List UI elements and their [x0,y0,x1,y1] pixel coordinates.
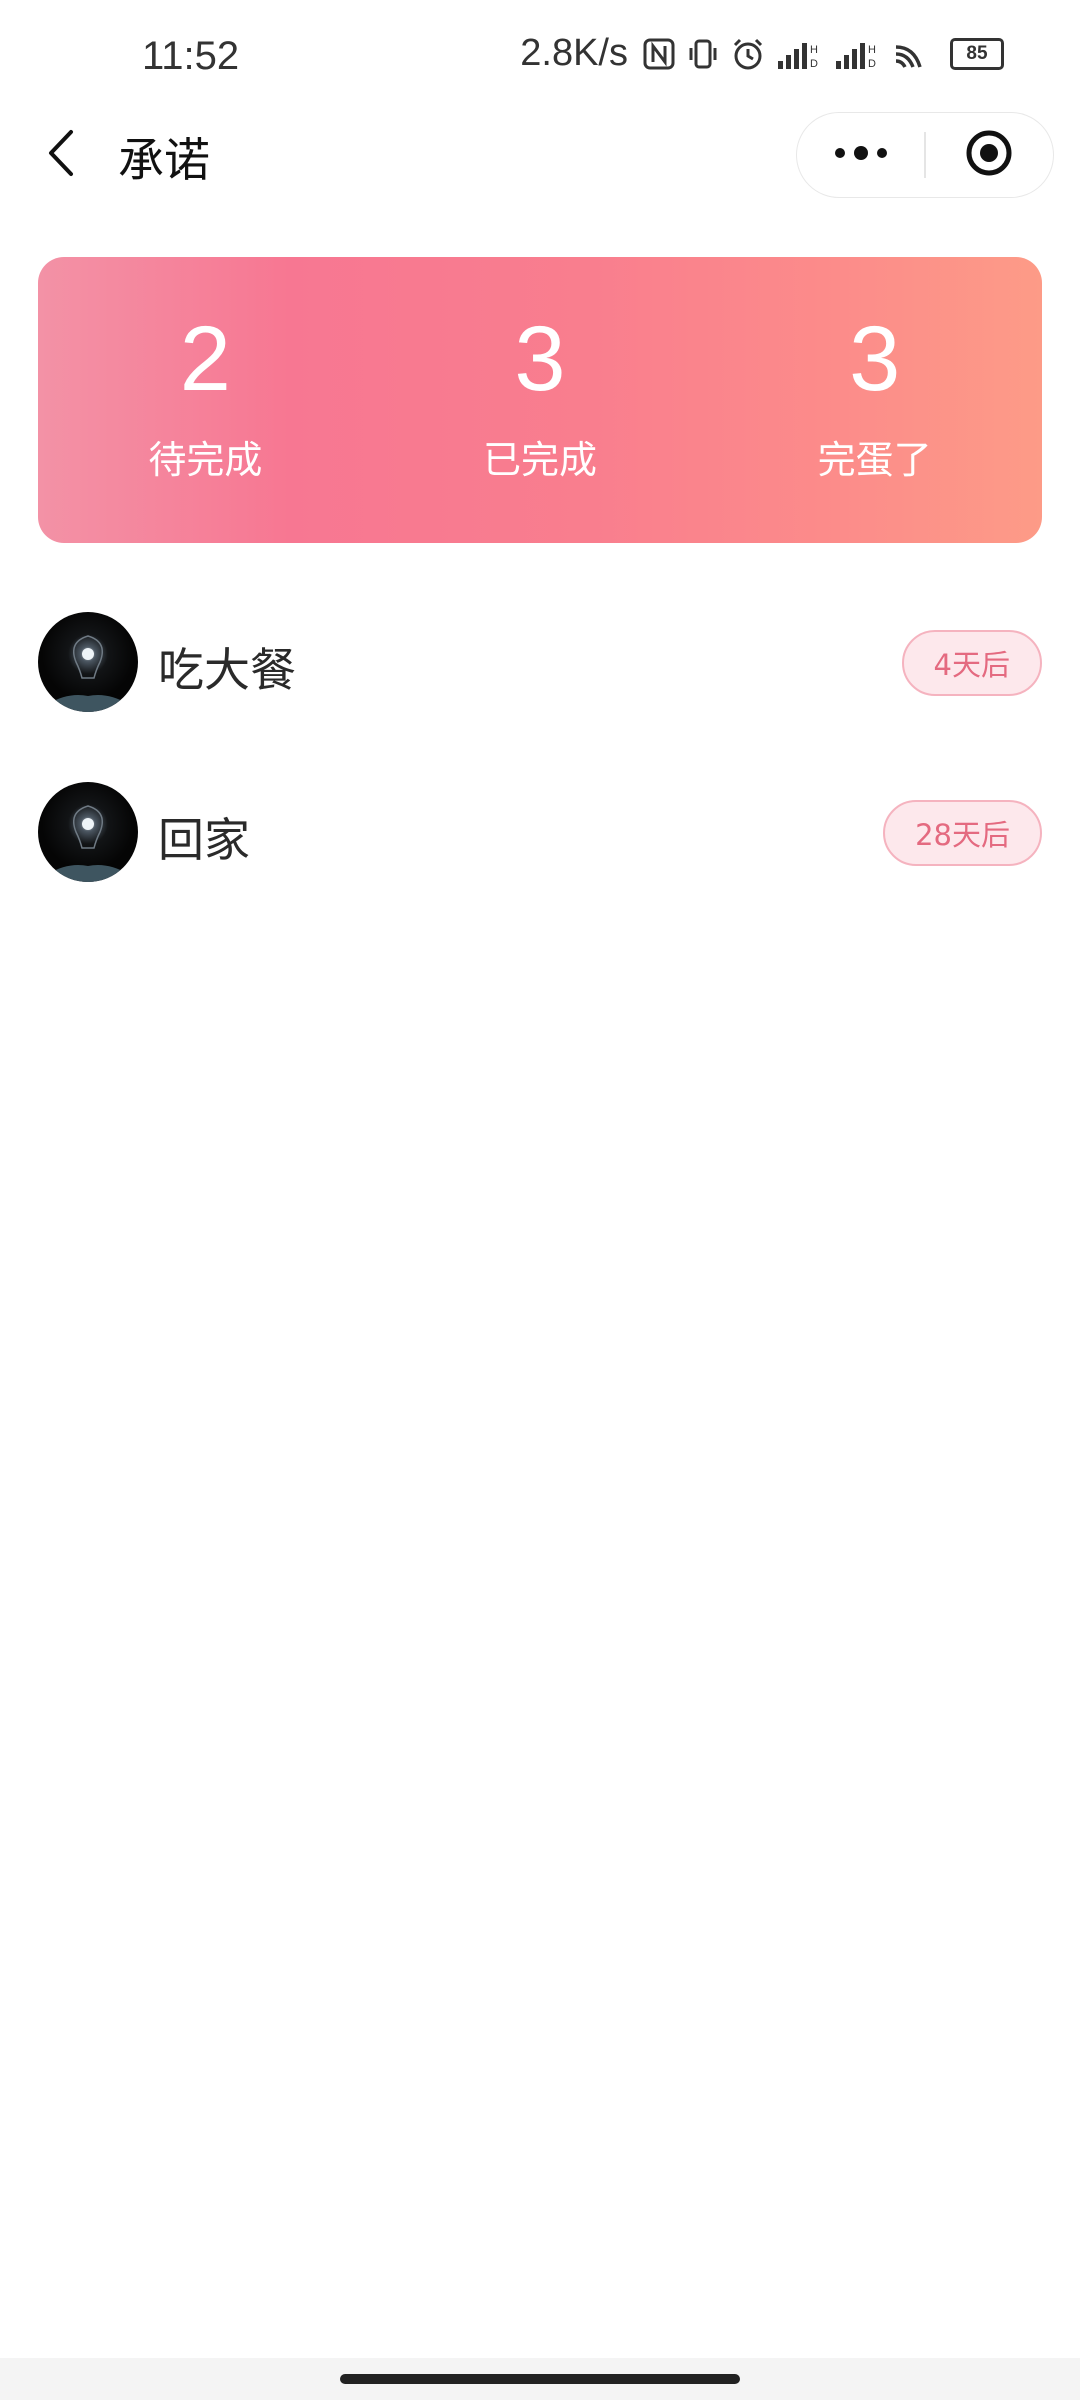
wifi-icon [892,37,926,71]
nav-bar: 承诺 [0,110,1080,200]
stat-failed[interactable]: 3 完蛋了 [707,257,1042,543]
svg-text:D: D [810,58,818,70]
stat-label: 完蛋了 [817,438,932,482]
nfc-icon [642,37,676,71]
chevron-left-icon [45,128,77,182]
svg-text:H: H [810,44,818,56]
status-icons: 2.8K/s HD HD 85 [520,32,1004,75]
avatar [38,612,138,712]
svg-text:H: H [868,44,876,56]
status-bar: 11:52 2.8K/s HD HD 85 [0,0,1080,120]
stat-pending[interactable]: 2 待完成 [38,257,373,543]
target-circle-icon [964,128,1014,182]
back-button[interactable] [36,128,86,182]
network-speed: 2.8K/s [520,32,628,74]
signal-hd-icon: HD [834,37,882,71]
stats-card: 2 待完成 3 已完成 3 完蛋了 [38,257,1042,543]
status-time: 11:52 [142,34,240,78]
close-button[interactable] [926,112,1053,198]
battery-icon: 85 [950,37,1004,70]
avatar [38,782,138,882]
home-indicator[interactable] [340,2374,740,2384]
more-button[interactable] [797,112,924,198]
promise-title: 回家 [158,813,250,867]
svg-text:D: D [868,58,876,70]
promise-title: 吃大餐 [158,643,296,697]
mini-program-capsule [796,112,1054,198]
stat-label: 待完成 [148,438,263,482]
more-dots-icon [833,143,889,167]
stat-value: 3 [514,308,566,410]
page-title: 承诺 [118,133,210,187]
vibrate-icon [686,37,720,71]
signal-hd-icon: HD [776,37,824,71]
list-item[interactable]: 回家 28天后 [0,782,1080,894]
stat-completed[interactable]: 3 已完成 [373,257,708,543]
stat-label: 已完成 [483,438,598,482]
alarm-icon [730,36,766,72]
stat-value: 2 [179,308,231,410]
days-badge: 28天后 [883,800,1042,866]
list-item[interactable]: 吃大餐 4天后 [0,612,1080,724]
days-badge: 4天后 [901,630,1042,696]
stat-value: 3 [849,308,901,410]
gesture-bar [0,2358,1080,2400]
